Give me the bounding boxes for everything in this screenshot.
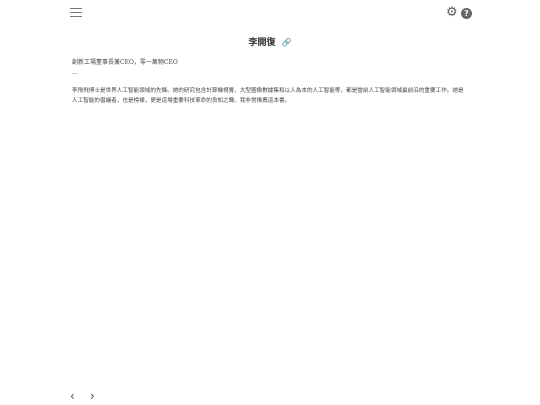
help-icon[interactable]: ? xyxy=(461,7,472,19)
article-body: 李飛飛博士是世界人工智能領域的先鋒。她的研究包含計算機視覺、大型圖像數據集和以人… xyxy=(72,88,464,104)
article-title-row: 李開復 🔗 xyxy=(0,35,540,48)
toolbar-right: ⚙ ? xyxy=(446,6,472,19)
hamburger-menu-icon[interactable] xyxy=(70,8,82,18)
article-subtitle: 創新工場董事長兼CEO，零一萬物CEO xyxy=(72,59,178,66)
separator: — xyxy=(72,70,78,77)
previous-page-button[interactable]: ‹ xyxy=(70,390,75,402)
gear-icon[interactable]: ⚙ xyxy=(446,6,458,19)
link-icon[interactable]: 🔗 xyxy=(282,38,292,47)
next-page-button[interactable]: › xyxy=(90,390,95,402)
page-title: 李開復 xyxy=(248,38,276,48)
article-page: ⚙ ? 李開復 🔗 創新工場董事長兼CEO，零一萬物CEO — 李飛飛博士是世界人… xyxy=(0,0,540,405)
